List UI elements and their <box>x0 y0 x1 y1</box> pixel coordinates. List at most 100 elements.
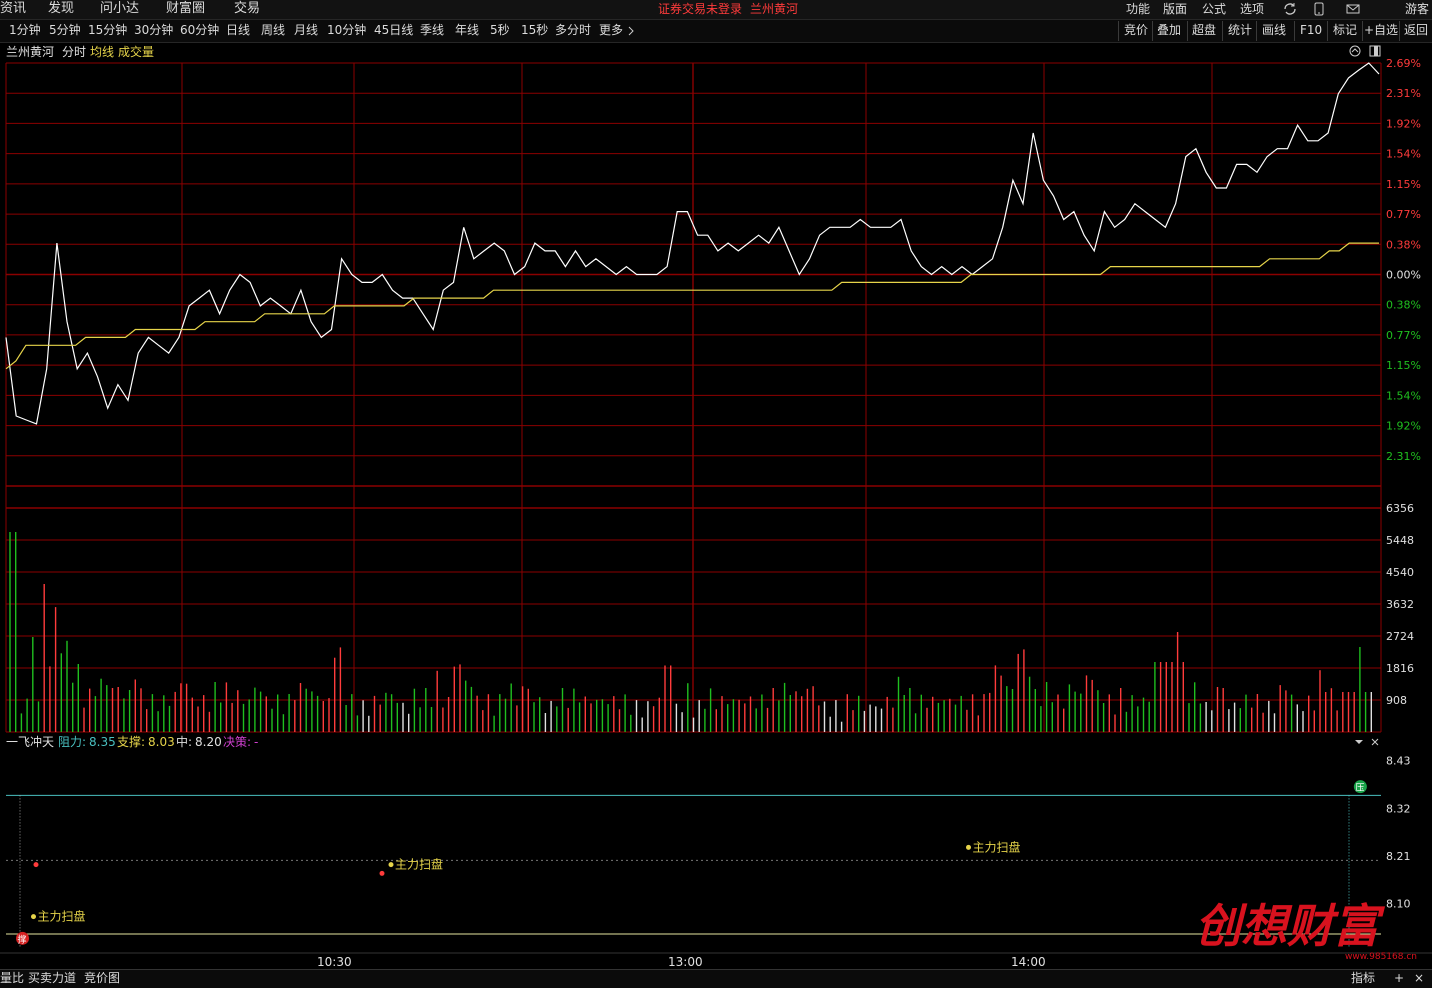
intraday-chart[interactable]: 主力扫盘主力扫盘主力扫盘压撑 2.69%2.31%1.92%1.54%1.15%… <box>0 42 1432 969</box>
chevron-right-icon[interactable] <box>627 26 635 36</box>
volume-axis-label: 3632 <box>1386 598 1414 611</box>
tab-maimai[interactable]: 买卖力道 <box>28 970 76 987</box>
decision-value: - <box>254 735 258 749</box>
menu-xuanxiang[interactable]: 选项 <box>1240 0 1264 18</box>
signal-dot <box>31 914 36 920</box>
close-panel-button[interactable]: × <box>1414 970 1424 987</box>
mid-value: 8.20 <box>195 735 222 749</box>
expand-icon[interactable] <box>1349 45 1361 57</box>
menu-stock-name: 兰州黄河 <box>750 2 799 16</box>
menu-zixun[interactable]: 资讯 <box>0 0 26 18</box>
mail-icon[interactable] <box>1346 3 1360 15</box>
period-more[interactable]: 更多 <box>599 20 623 41</box>
period-30min[interactable]: 30分钟 <box>134 20 173 41</box>
tool-huaxian[interactable]: 画线 <box>1262 20 1286 41</box>
signal-label: 主力扫盘 <box>973 839 1021 854</box>
toolbar-divider <box>1118 21 1119 41</box>
tab-jingjiatu[interactable]: 竞价图 <box>84 970 120 987</box>
period-10min[interactable]: 10分钟 <box>327 20 366 41</box>
toolbar-divider <box>1256 21 1257 41</box>
time-label: 13:00 <box>668 955 703 969</box>
period-year[interactable]: 年线 <box>455 20 479 41</box>
tool-biaoji[interactable]: 标记 <box>1333 20 1357 41</box>
watermark-text: 创想财富 <box>1195 899 1386 953</box>
time-label: 14:00 <box>1011 955 1046 969</box>
vol-label[interactable]: 成交量 <box>118 44 154 59</box>
dropdown-icon[interactable] <box>1355 740 1363 744</box>
indicator-button[interactable]: 指标 <box>1351 970 1375 987</box>
sync-icon[interactable] <box>1283 2 1297 16</box>
maximize-icon[interactable] <box>1369 45 1381 57</box>
volume-axis-label: 4540 <box>1386 566 1414 579</box>
time-label: 10:30 <box>317 955 352 969</box>
price-axis-label: 2.31% <box>1386 450 1421 463</box>
tool-diejia[interactable]: 叠加 <box>1157 20 1181 41</box>
volume-axis-label: 6356 <box>1386 502 1414 515</box>
price-axis-label: 1.92% <box>1386 420 1421 433</box>
menu-faxian[interactable]: 发现 <box>48 0 74 18</box>
period-month[interactable]: 月线 <box>294 20 318 41</box>
decision-label: 决策: <box>223 735 251 749</box>
tool-fanhui[interactable]: 返回 <box>1404 20 1428 41</box>
top-menu-bar: 资讯 发现 问小达 财富圈 交易 证券交易未登录 兰州黄河 功能 版面 公式 选… <box>0 0 1432 20</box>
price-axis-label: 1.92% <box>1386 117 1421 130</box>
menu-jiaoyi[interactable]: 交易 <box>234 0 260 18</box>
period-day[interactable]: 日线 <box>226 20 250 41</box>
price-axis-label: 2.69% <box>1386 57 1421 70</box>
login-notice[interactable]: 证券交易未登录 <box>658 0 742 18</box>
tool-chaopan[interactable]: 超盘 <box>1192 20 1216 41</box>
price-axis-label: 1.54% <box>1386 148 1421 161</box>
period-15min[interactable]: 15分钟 <box>88 20 127 41</box>
toolbar-divider <box>1399 21 1400 41</box>
avg-label[interactable]: 均线 <box>90 45 114 59</box>
close-icon[interactable] <box>1371 738 1379 746</box>
menu-wenxiaoda[interactable]: 问小达 <box>100 0 139 18</box>
period-season[interactable]: 季线 <box>420 20 444 41</box>
signal-dot <box>388 862 394 868</box>
indicator-axis-label: 8.43 <box>1386 755 1411 768</box>
indicator-name[interactable]: 一飞冲天 <box>6 734 54 749</box>
tool-tongji[interactable]: 统计 <box>1228 20 1252 41</box>
axis-labels: 2.69% 2.31% 1.92% 1.54% 1.15% 0.77% 0.38% 0.00%… <box>0 57 1432 969</box>
menu-gongshi[interactable]: 公式 <box>1202 0 1226 18</box>
menu-banmian[interactable]: 版面 <box>1163 0 1187 18</box>
mode-label[interactable]: 分时 <box>62 45 86 59</box>
phone-icon[interactable] <box>1313 2 1325 16</box>
price-axis-label: 0.38% <box>1386 299 1421 312</box>
resist-label: 阻力: <box>58 735 86 749</box>
period-1min[interactable]: 1分钟 <box>9 20 41 41</box>
period-60min[interactable]: 60分钟 <box>180 20 219 41</box>
guest-label[interactable]: 游客 <box>1405 0 1429 18</box>
toolbar-divider <box>1294 21 1295 41</box>
volume-axis-label: 2724 <box>1386 630 1414 643</box>
period-45day[interactable]: 45日线 <box>374 20 413 41</box>
volume-bars <box>9 532 1373 732</box>
support-label: 支撑: <box>117 734 145 749</box>
tool-zixuan[interactable]: +自选 <box>1364 20 1398 41</box>
period-5min[interactable]: 5分钟 <box>49 20 81 41</box>
period-multi[interactable]: 多分时 <box>555 20 591 41</box>
price-axis-label: 0.38% <box>1386 238 1421 251</box>
signal-label: 主力扫盘 <box>38 909 86 924</box>
price-axis-label: 1.15% <box>1386 178 1421 191</box>
watermark-url: www.985168.cn <box>1345 952 1417 962</box>
tool-jingjia[interactable]: 竞价 <box>1124 20 1148 41</box>
bottom-tab-bar: 量比 买卖力道 竞价图 指标 + × <box>0 969 1432 988</box>
volume-axis-label: 1816 <box>1386 662 1414 675</box>
toolbar-divider <box>1222 21 1223 41</box>
add-button[interactable]: + <box>1394 970 1404 987</box>
tab-liangbi[interactable]: 量比 <box>0 970 24 987</box>
signal-dot-red <box>33 862 39 868</box>
support-value: 8.03 <box>148 735 175 749</box>
price-axis-label: 0.00% <box>1386 269 1421 282</box>
tool-f10[interactable]: F10 <box>1300 20 1322 41</box>
menu-caifuquan[interactable]: 财富圈 <box>166 0 205 18</box>
period-5sec[interactable]: 5秒 <box>490 20 510 41</box>
period-week[interactable]: 周线 <box>261 20 285 41</box>
period-15sec[interactable]: 15秒 <box>521 20 548 41</box>
toolbar-divider <box>1152 21 1153 41</box>
menu-gongneng[interactable]: 功能 <box>1126 0 1150 18</box>
time-grid <box>5 63 1382 732</box>
indicator-axis-label: 8.32 <box>1386 802 1411 815</box>
price-axis-label: 1.15% <box>1386 359 1421 372</box>
